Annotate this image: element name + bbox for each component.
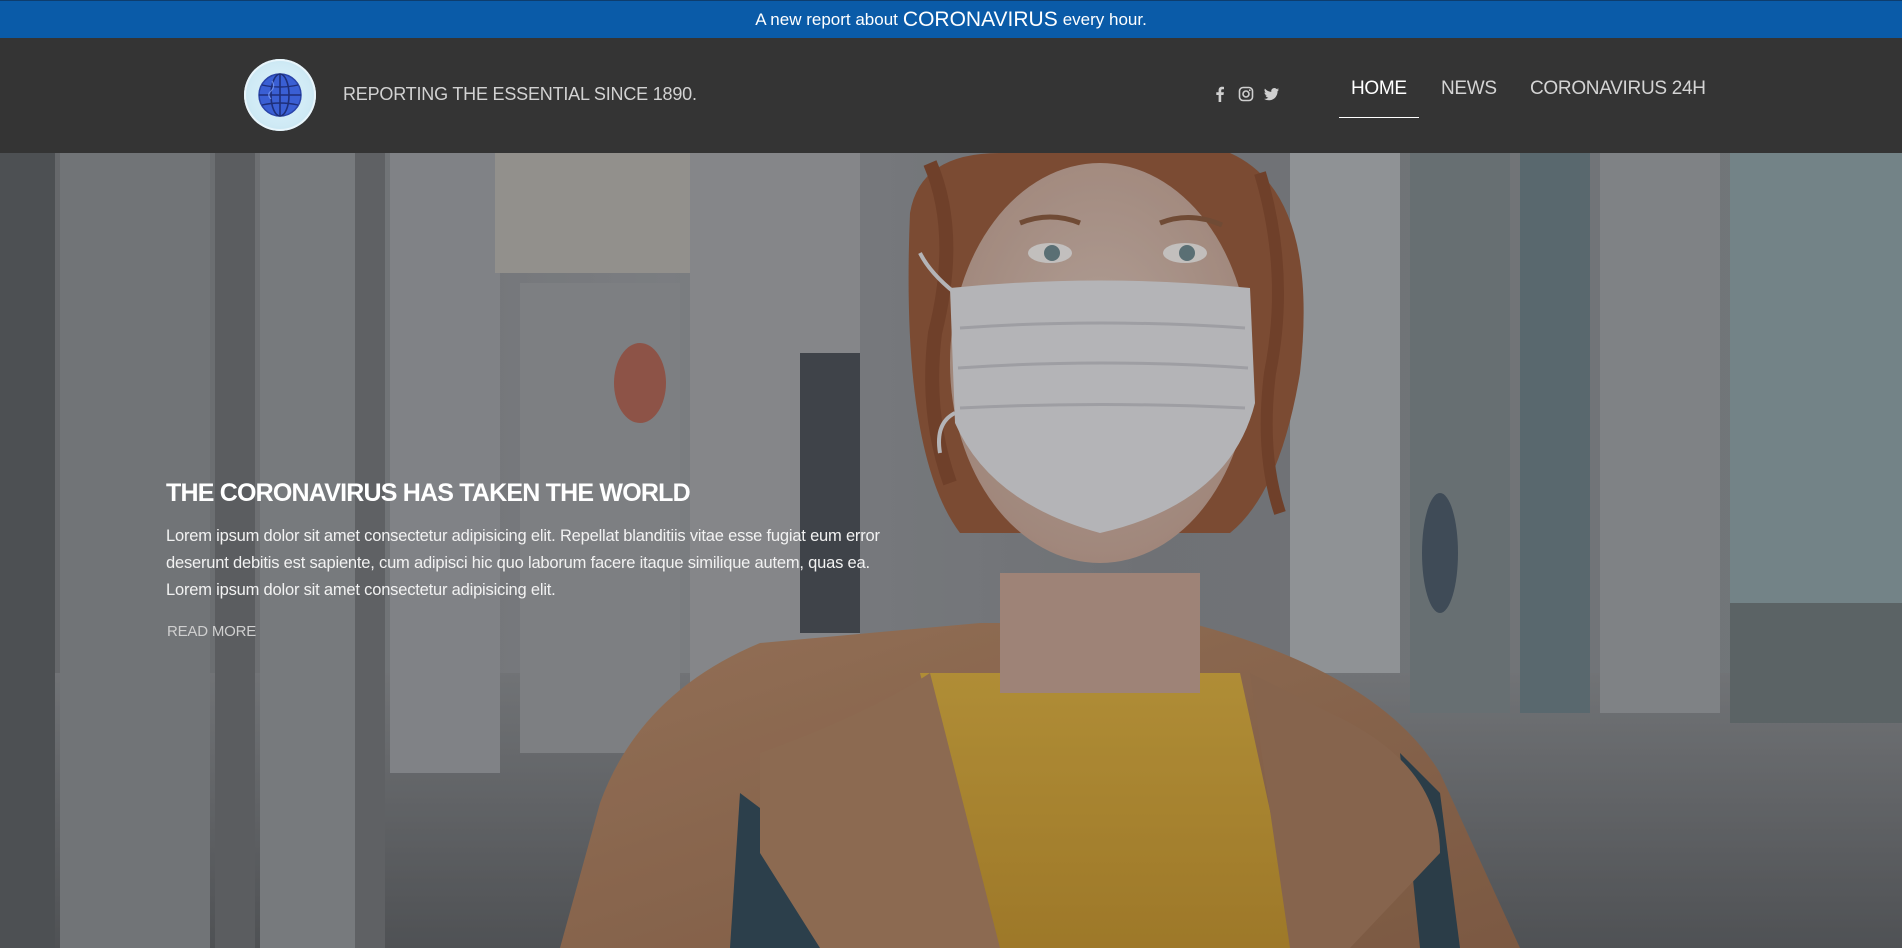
hero-section: THE CORONAVIRUS HAS TAKEN THE WORLD Lore… <box>0 153 1902 948</box>
facebook-icon[interactable] <box>1212 86 1228 102</box>
announcement-suffix: every hour. <box>1062 9 1147 29</box>
globe-icon <box>258 73 302 117</box>
social-links <box>1212 86 1280 102</box>
nav-news[interactable]: NEWS <box>1441 76 1497 118</box>
read-more-link[interactable]: READ MORE <box>167 623 256 640</box>
hero-description: Lorem ipsum dolor sit amet consectetur a… <box>166 527 880 599</box>
site-tagline: REPORTING THE ESSENTIAL SINCE 1890. <box>343 84 697 104</box>
site-logo[interactable] <box>244 59 316 131</box>
site-header: REPORTING THE ESSENTIAL SINCE 1890. HOME… <box>0 38 1902 153</box>
instagram-icon[interactable] <box>1238 86 1254 102</box>
hero-title: THE CORONAVIRUS HAS TAKEN THE WORLD <box>166 479 691 507</box>
nav-coronavirus-24h[interactable]: CORONAVIRUS 24H <box>1530 76 1706 118</box>
twitter-icon[interactable] <box>1264 86 1280 102</box>
announcement-bar: A new report about CORONAVIRUS every hou… <box>0 0 1902 38</box>
announcement-prefix: A new report about <box>755 9 898 29</box>
nav-home[interactable]: HOME <box>1339 76 1419 118</box>
announcement-highlight: CORONAVIRUS <box>902 7 1058 31</box>
